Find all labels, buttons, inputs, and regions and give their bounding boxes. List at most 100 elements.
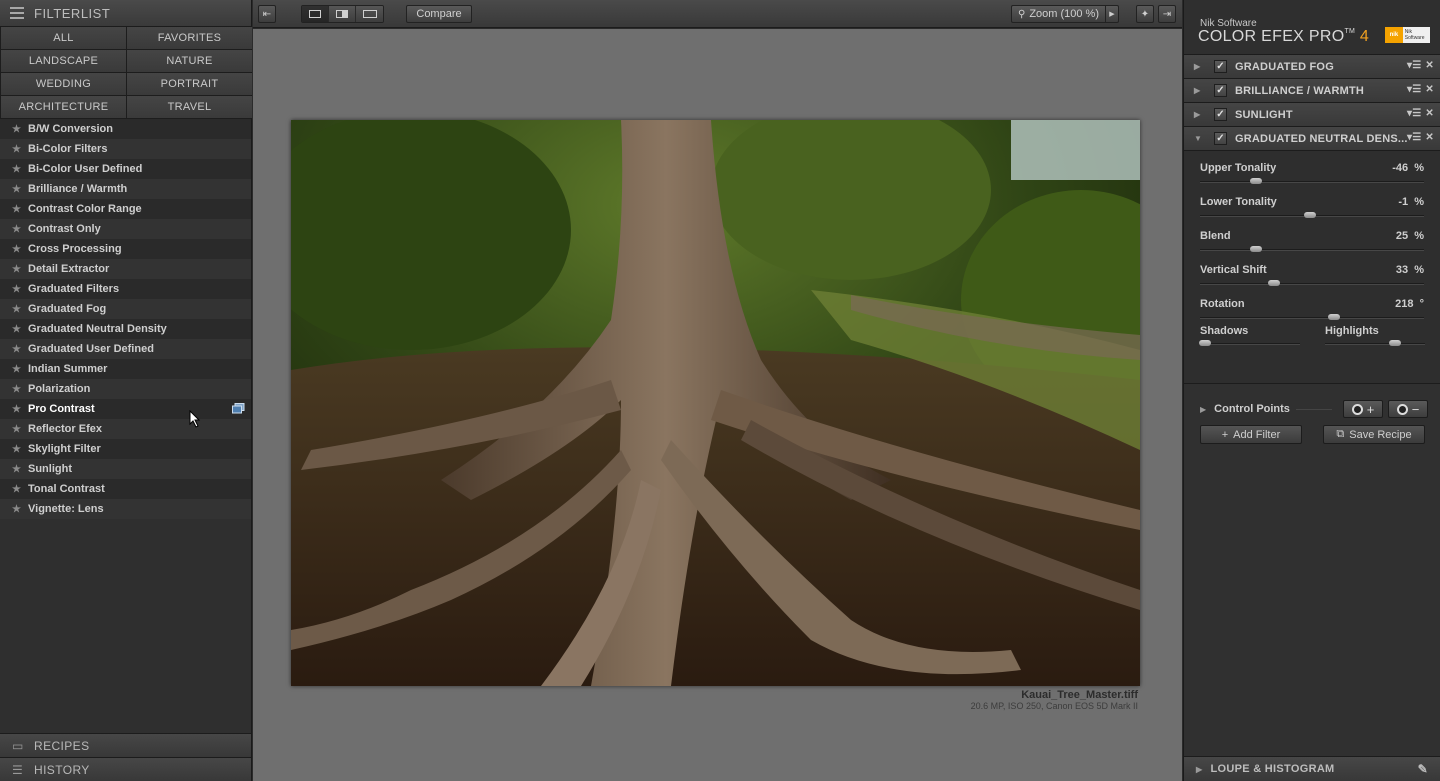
filterlist-header[interactable]: FILTERLIST [0,0,251,27]
close-icon[interactable]: ✕ [1425,60,1434,71]
loupe-histogram-tab[interactable]: ▶ LOUPE & HISTOGRAM ✎ [1184,756,1440,781]
expand-arrow-icon[interactable]: ▶ [1194,62,1206,71]
slider-knob[interactable] [1267,280,1280,286]
zoom-menu-button[interactable]: ▶ [1105,5,1119,23]
stack-filter-row[interactable]: ▼ ✓ GRADUATED NEUTRAL DENS... ▾☰ ✕ [1184,127,1440,151]
filter-menu-icon[interactable]: ▾☰ [1407,132,1421,143]
single-view-button[interactable] [302,6,329,22]
slider-knob[interactable] [1250,178,1262,184]
favorite-star-icon[interactable]: ★ [12,184,22,195]
enable-checkbox[interactable]: ✓ [1214,132,1227,145]
slider-knob[interactable] [1389,340,1401,346]
upper-tonality-slider[interactable]: Upper Tonality -46 % [1200,157,1424,191]
expand-arrow-icon[interactable]: ▶ [1200,405,1206,414]
favorite-star-icon[interactable]: ★ [12,464,22,475]
favorite-star-icon[interactable]: ★ [12,144,22,155]
filter-item[interactable]: ★ Reflector Efex [0,419,251,439]
expand-arrow-icon[interactable]: ▶ [1194,110,1206,119]
filter-item[interactable]: ★ Graduated Fog [0,299,251,319]
close-icon[interactable]: ✕ [1425,84,1434,95]
favorite-star-icon[interactable]: ★ [12,444,22,455]
filter-item[interactable]: ★ Sunlight [0,459,251,479]
favorite-star-icon[interactable]: ★ [12,224,22,235]
recipes-tab[interactable]: ▭ RECIPES [0,733,251,757]
enable-checkbox[interactable]: ✓ [1214,108,1227,121]
filter-menu-icon[interactable]: ▾☰ [1407,108,1421,119]
favorite-star-icon[interactable]: ★ [12,304,22,315]
enable-checkbox[interactable]: ✓ [1214,60,1227,73]
filter-item[interactable]: ★ Skylight Filter [0,439,251,459]
filter-item[interactable]: ★ Bi-Color User Defined [0,159,251,179]
filter-item[interactable]: ★ Tonal Contrast [0,479,251,499]
filter-item[interactable]: ★ Cross Processing [0,239,251,259]
favorite-star-icon[interactable]: ★ [12,284,22,295]
side-by-side-button[interactable] [356,6,383,22]
add-filter-button[interactable]: + Add Filter [1200,425,1302,444]
hide-controls-button[interactable]: ⇥ [1158,5,1176,23]
save-recipe-button[interactable]: ⧉ Save Recipe [1323,425,1425,444]
favorite-star-icon[interactable]: ★ [12,164,22,175]
filter-item[interactable]: ★ Pro Contrast [0,399,251,419]
stack-filter-row[interactable]: ▶ ✓ BRILLIANCE / WARMTH ▾☰ ✕ [1184,79,1440,103]
rotation-slider[interactable]: Rotation 218 ° [1200,293,1424,327]
favorite-star-icon[interactable]: ★ [12,124,22,135]
history-tab[interactable]: ☰ HISTORY [0,757,251,781]
stack-filter-row[interactable]: ▶ ✓ GRADUATED FOG ▾☰ ✕ [1184,55,1440,79]
slider-knob[interactable] [1199,340,1211,346]
filter-item[interactable]: ★ Detail Extractor [0,259,251,279]
collapse-arrow-icon[interactable]: ▼ [1194,134,1206,143]
filter-item[interactable]: ★ Indian Summer [0,359,251,379]
favorite-star-icon[interactable]: ★ [12,424,22,435]
favorite-star-icon[interactable]: ★ [12,404,22,415]
category-travel[interactable]: TRAVEL [127,96,252,118]
filter-item[interactable]: ★ Graduated Filters [0,279,251,299]
filter-menu-icon[interactable]: ▾☰ [1407,60,1421,71]
blend-slider[interactable]: Blend 25 % [1200,225,1424,259]
favorite-star-icon[interactable]: ★ [12,344,22,355]
shadows-slider[interactable]: Shadows [1199,323,1300,353]
favorite-star-icon[interactable]: ★ [12,204,22,215]
close-icon[interactable]: ✕ [1425,132,1434,143]
favorite-star-icon[interactable]: ★ [12,504,22,515]
hide-filterlist-button[interactable]: ⇤ [258,5,276,23]
split-view-button[interactable] [329,6,356,22]
lower-tonality-slider[interactable]: Lower Tonality -1 % [1200,191,1424,225]
vertical-shift-slider[interactable]: Vertical Shift 33 % [1200,259,1424,293]
favorite-star-icon[interactable]: ★ [12,484,22,495]
category-architecture[interactable]: ARCHITECTURE [1,96,126,118]
close-icon[interactable]: ✕ [1425,108,1434,119]
favorite-star-icon[interactable]: ★ [12,264,22,275]
favorite-star-icon[interactable]: ★ [12,324,22,335]
filter-item[interactable]: ★ Contrast Color Range [0,199,251,219]
zoom-button[interactable]: ⚲ Zoom (100 %) [1011,5,1105,23]
filter-item[interactable]: ★ Contrast Only [0,219,251,239]
add-control-point-button[interactable]: + [1343,400,1383,418]
favorite-star-icon[interactable]: ★ [12,244,22,255]
filter-item[interactable]: ★ B/W Conversion [0,119,251,139]
preview-image[interactable] [291,120,1140,686]
filter-item[interactable]: ★ Graduated Neutral Density [0,319,251,339]
category-nature[interactable]: NATURE [127,50,252,72]
category-all[interactable]: ALL [1,27,126,49]
favorite-star-icon[interactable]: ★ [12,384,22,395]
slider-knob[interactable] [1303,212,1316,218]
category-favorites[interactable]: FAVORITES [127,27,252,49]
slider-knob[interactable] [1328,314,1341,320]
filter-item[interactable]: ★ Polarization [0,379,251,399]
filter-item[interactable]: ★ Bi-Color Filters [0,139,251,159]
favorite-star-icon[interactable]: ★ [12,364,22,375]
enable-checkbox[interactable]: ✓ [1214,84,1227,97]
expand-arrow-icon[interactable]: ▶ [1194,86,1206,95]
remove-control-point-button[interactable]: − [1388,400,1428,418]
category-wedding[interactable]: WEDDING [1,73,126,95]
filter-item[interactable]: ★ Graduated User Defined [0,339,251,359]
background-toggle-button[interactable]: ✦ [1136,5,1154,23]
highlights-slider[interactable]: Highlights [1325,323,1425,353]
compare-button[interactable]: Compare [406,5,472,23]
filter-item[interactable]: ★ Vignette: Lens [0,499,251,519]
filter-item[interactable]: ★ Brilliance / Warmth [0,179,251,199]
category-landscape[interactable]: LANDSCAPE [1,50,126,72]
slider-knob[interactable] [1250,246,1262,252]
category-portrait[interactable]: PORTRAIT [127,73,252,95]
filter-menu-icon[interactable]: ▾☰ [1407,84,1421,95]
